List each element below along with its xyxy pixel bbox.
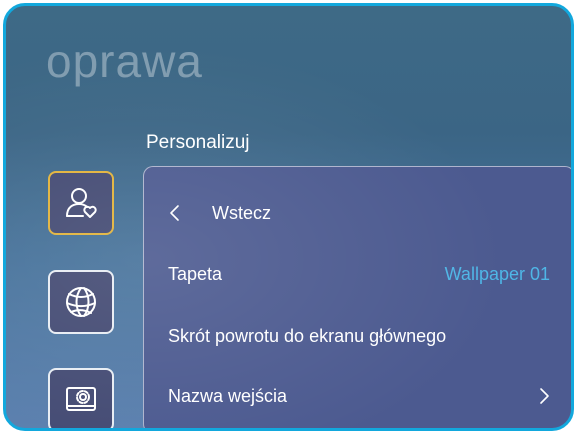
chevron-left-icon (170, 205, 179, 221)
back-label: Wstecz (212, 202, 272, 223)
menu-item-label: Tapeta (168, 263, 223, 284)
section-heading: Personalizuj (146, 132, 250, 153)
globe-icon (66, 287, 96, 317)
device-frame: oprawa Personalizuj Wstecz Tapeta Wallpa… (3, 3, 574, 431)
menu-item-label: Nazwa wejścia (168, 385, 288, 406)
chevron-right-icon (540, 388, 549, 404)
sidebar-item-network[interactable] (48, 270, 114, 334)
background-title: oprawa (46, 35, 203, 87)
sidebar-item-display-settings[interactable] (48, 368, 114, 428)
back-button[interactable]: Wstecz (168, 193, 550, 233)
menu-item-input-name[interactable]: Nazwa wejścia (168, 376, 550, 416)
monitor-settings-icon (66, 387, 96, 411)
settings-panel: Wstecz Tapeta Wallpaper 01 Skrót powrotu… (143, 166, 571, 428)
wallpaper-value: Wallpaper 01 (444, 263, 550, 284)
sidebar-item-personalize[interactable] (48, 171, 114, 235)
menu-item-wallpaper[interactable]: Tapeta Wallpaper 01 (168, 254, 550, 294)
menu-item-label: Skrót powrotu do ekranu głównego (168, 325, 447, 346)
menu-item-home-shortcut[interactable]: Skrót powrotu do ekranu głównego (168, 316, 550, 356)
user-heart-icon (66, 188, 97, 218)
